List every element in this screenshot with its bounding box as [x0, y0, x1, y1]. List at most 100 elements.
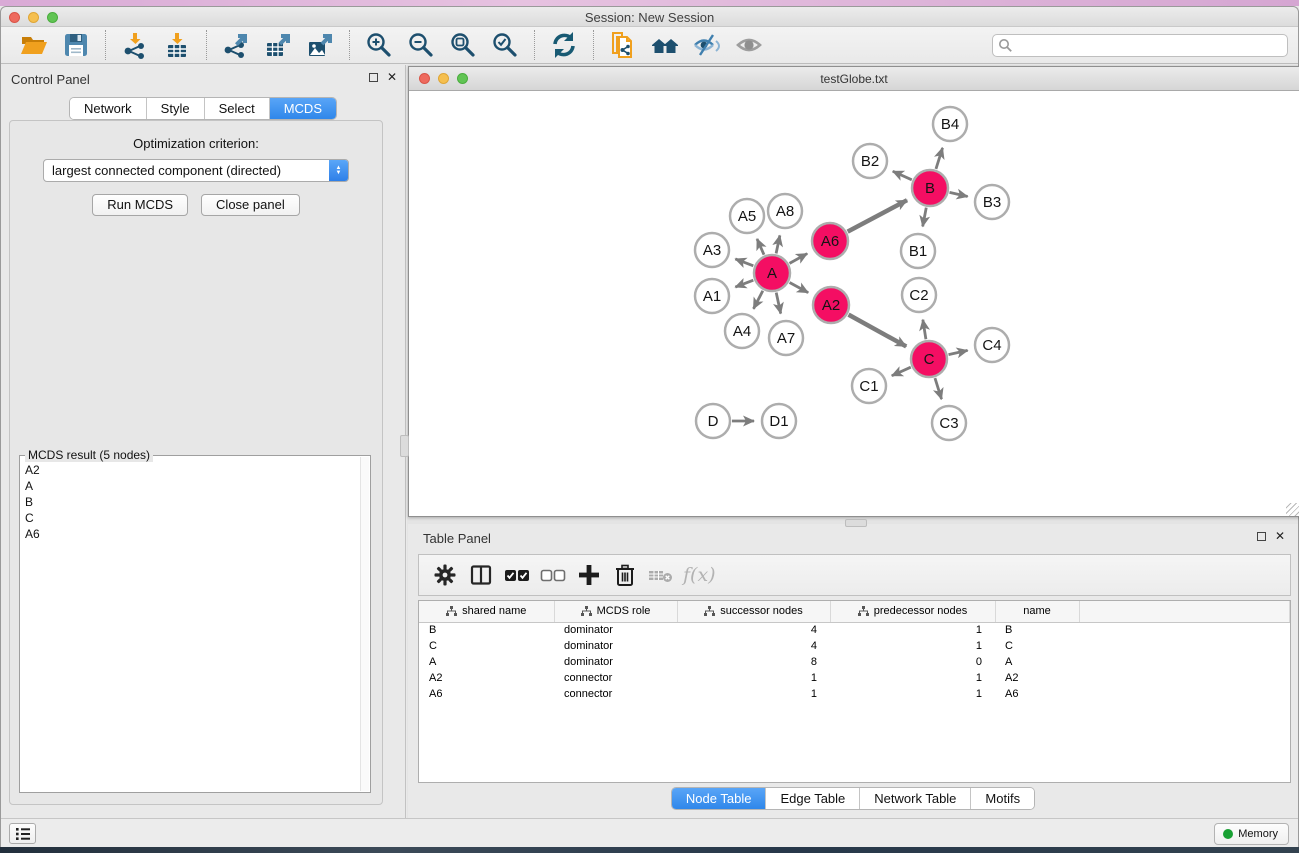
column-header[interactable]: MCDS role: [554, 601, 677, 622]
tab-network[interactable]: Network: [70, 98, 147, 119]
list-item[interactable]: A6: [25, 526, 370, 542]
vertical-splitter-grip[interactable]: [400, 435, 409, 457]
close-panel-icon[interactable]: ✕: [1275, 530, 1285, 542]
zoom-fit-button[interactable]: [446, 29, 480, 61]
split-columns-button[interactable]: [463, 558, 499, 592]
graph-edge-A-A6[interactable]: [790, 254, 808, 264]
graph-edge-A-A2[interactable]: [790, 283, 809, 293]
graph-edge-C-C4[interactable]: [949, 350, 968, 354]
delete-table-button[interactable]: [643, 558, 679, 592]
graph-node-C2[interactable]: C2: [902, 278, 936, 312]
tab-node-table[interactable]: Node Table: [672, 788, 767, 809]
tab-style[interactable]: Style: [147, 98, 205, 119]
task-history-button[interactable]: [9, 823, 36, 844]
list-item[interactable]: A2: [25, 462, 370, 478]
graph-node-D[interactable]: D: [696, 404, 730, 438]
graph-edge-C-C2[interactable]: [923, 320, 926, 340]
tab-motifs[interactable]: Motifs: [971, 788, 1034, 809]
graph-edge-A-A5[interactable]: [757, 239, 764, 255]
graph-node-A[interactable]: A: [754, 255, 790, 291]
graph-edge-A-A7[interactable]: [776, 293, 781, 314]
run-mcds-button[interactable]: Run MCDS: [92, 194, 188, 216]
export-network-button[interactable]: [219, 29, 253, 61]
function-builder-button[interactable]: f(x): [683, 564, 716, 586]
network-canvas[interactable]: B4 B2 B B3 A8A5 A6 A3 B1 A C2 A1 A2 A4 A7 C4 C C1 D D1 C3: [409, 92, 1299, 516]
graph-node-B[interactable]: B: [912, 170, 948, 206]
horizontal-splitter-grip[interactable]: [845, 519, 867, 527]
tab-network-table[interactable]: Network Table: [860, 788, 971, 809]
home-layout-button[interactable]: [648, 29, 682, 61]
tab-edge-table[interactable]: Edge Table: [766, 788, 860, 809]
graph-node-A5[interactable]: A5: [730, 199, 764, 233]
graph-edge-A6-B[interactable]: [848, 200, 907, 231]
network-resize-grip[interactable]: [1286, 503, 1299, 516]
import-table-button[interactable]: [160, 29, 194, 61]
add-column-button[interactable]: [571, 558, 607, 592]
float-panel-icon[interactable]: [369, 73, 378, 82]
graph-edge-A-A3[interactable]: [735, 259, 753, 266]
import-network-button[interactable]: [118, 29, 152, 61]
list-item[interactable]: B: [25, 494, 370, 510]
list-item[interactable]: C: [25, 510, 370, 526]
delete-column-button[interactable]: [607, 558, 643, 592]
table-row[interactable]: Adominator80A: [419, 654, 1290, 670]
graph-node-B3[interactable]: B3: [975, 185, 1009, 219]
graph-edge-B-B3[interactable]: [950, 192, 968, 196]
list-item[interactable]: A: [25, 478, 370, 494]
column-header[interactable]: shared name: [419, 601, 554, 622]
memory-button[interactable]: Memory: [1214, 823, 1289, 845]
zoom-in-button[interactable]: [362, 29, 396, 61]
graph-node-A3[interactable]: A3: [695, 233, 729, 267]
graph-edge-B-B4[interactable]: [936, 148, 943, 169]
graph-node-B2[interactable]: B2: [853, 144, 887, 178]
table-row[interactable]: Bdominator41B: [419, 622, 1290, 638]
search-input[interactable]: [992, 34, 1288, 57]
graph-edge-A-A8[interactable]: [776, 235, 780, 253]
hide-selected-button[interactable]: [690, 29, 724, 61]
close-panel-button[interactable]: Close panel: [201, 194, 300, 216]
graph-node-B4[interactable]: B4: [933, 107, 967, 141]
deselect-all-button[interactable]: [535, 558, 571, 592]
save-session-button[interactable]: [59, 29, 93, 61]
zoom-out-button[interactable]: [404, 29, 438, 61]
open-session-button[interactable]: [17, 29, 51, 61]
export-table-button[interactable]: [261, 29, 295, 61]
clone-network-button[interactable]: [606, 29, 640, 61]
table-row[interactable]: Cdominator41C: [419, 638, 1290, 654]
refresh-button[interactable]: [547, 29, 581, 61]
export-image-button[interactable]: [303, 29, 337, 61]
graph-edge-C-C3[interactable]: [935, 378, 942, 399]
graph-node-C[interactable]: C: [911, 341, 947, 377]
graph-node-A4[interactable]: A4: [725, 314, 759, 348]
graph-edge-A-A4[interactable]: [753, 291, 762, 309]
column-header[interactable]: successor nodes: [677, 601, 830, 622]
graph-node-C4[interactable]: C4: [975, 328, 1009, 362]
select-all-button[interactable]: [499, 558, 535, 592]
table-settings-button[interactable]: [427, 558, 463, 592]
zoom-selected-button[interactable]: [488, 29, 522, 61]
tab-select[interactable]: Select: [205, 98, 270, 119]
graph-node-A8[interactable]: A8: [768, 194, 802, 228]
graph-node-A1[interactable]: A1: [695, 279, 729, 313]
graph-node-B1[interactable]: B1: [901, 234, 935, 268]
close-panel-icon[interactable]: ✕: [387, 71, 397, 83]
result-scrollbar[interactable]: [360, 457, 369, 791]
graph-node-A2[interactable]: A2: [813, 287, 849, 323]
graph-node-C3[interactable]: C3: [932, 406, 966, 440]
graph-edge-C-C1[interactable]: [892, 367, 911, 376]
criterion-dropdown[interactable]: largest connected component (directed) ▲…: [43, 159, 349, 182]
show-all-button[interactable]: [732, 29, 766, 61]
float-panel-icon[interactable]: [1257, 532, 1266, 541]
graph-edge-A-A1[interactable]: [735, 280, 753, 287]
tab-mcds[interactable]: MCDS: [270, 98, 336, 119]
column-header[interactable]: name: [995, 601, 1079, 622]
graph-node-C1[interactable]: C1: [852, 369, 886, 403]
graph-node-A7[interactable]: A7: [769, 321, 803, 355]
graph-node-D1[interactable]: D1: [762, 404, 796, 438]
table-row[interactable]: A2connector11A2: [419, 670, 1290, 686]
graph-edge-B-B1[interactable]: [923, 208, 927, 227]
graph-edge-B-B2[interactable]: [893, 171, 912, 180]
graph-node-A6[interactable]: A6: [812, 223, 848, 259]
table-row[interactable]: A6connector11A6: [419, 686, 1290, 702]
graph-edge-A2-C[interactable]: [849, 315, 907, 347]
